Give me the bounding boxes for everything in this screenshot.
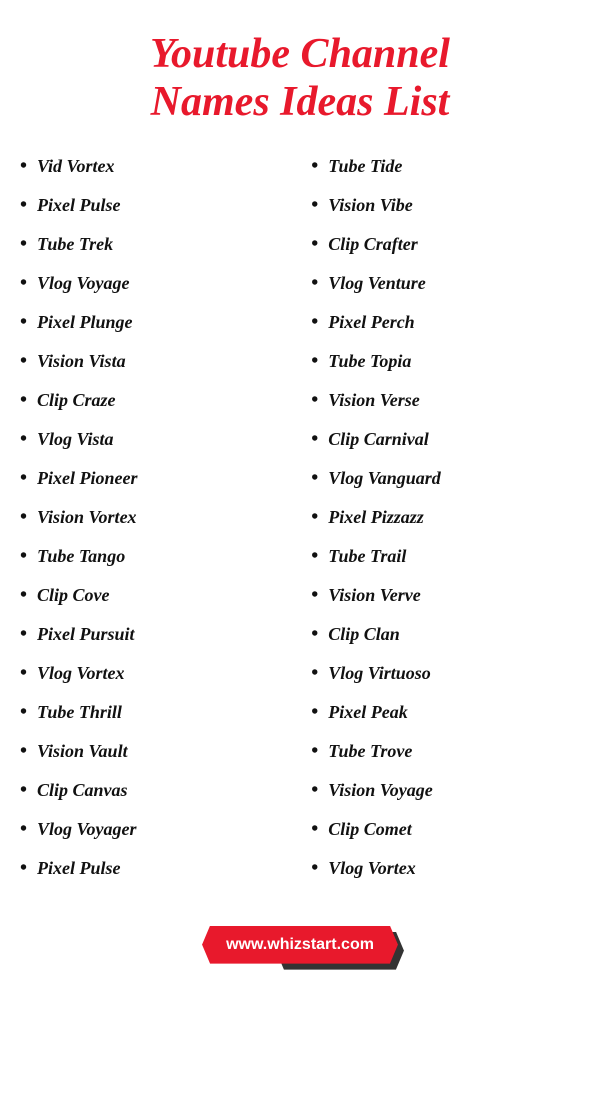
list-item: Vlog Voyager <box>20 818 289 841</box>
list-item: Clip Carnival <box>311 428 580 451</box>
list-item: Tube Topia <box>311 350 580 373</box>
title-line1: Youtube Channel <box>150 31 450 77</box>
page-wrapper: Youtube Channel Names Ideas List Vid Vor… <box>0 0 600 994</box>
list-item: Vision Voyage <box>311 779 580 802</box>
list-item: Vlog Venture <box>311 272 580 295</box>
list-item: Vision Vibe <box>311 194 580 217</box>
list-item: Clip Cove <box>20 584 289 607</box>
footer: www.whizstart.com <box>20 926 580 964</box>
list-item: Clip Comet <box>311 818 580 841</box>
footer-badge: www.whizstart.com <box>202 926 398 964</box>
title-line2: Names Ideas List <box>151 79 450 125</box>
list-item: Clip Craze <box>20 389 289 412</box>
list-item: Vision Vault <box>20 740 289 763</box>
list-item: Pixel Pizzazz <box>311 506 580 529</box>
footer-wrapper: www.whizstart.com <box>202 926 398 964</box>
list-item: Pixel Pioneer <box>20 467 289 490</box>
list-item: Vlog Virtuoso <box>311 662 580 685</box>
list-item: Vlog Voyage <box>20 272 289 295</box>
list-item: Tube Trail <box>311 545 580 568</box>
list-item: Clip Clan <box>311 623 580 646</box>
list-item: Vlog Vortex <box>20 662 289 685</box>
right-column: Tube Tide Vision Vibe Clip Crafter Vlog Ven… <box>311 155 580 896</box>
list-item: Vlog Vista <box>20 428 289 451</box>
page-title: Youtube Channel Names Ideas List <box>20 30 580 127</box>
list-item: Tube Trove <box>311 740 580 763</box>
list-item: Pixel Pursuit <box>20 623 289 646</box>
list-item: Clip Canvas <box>20 779 289 802</box>
list-item: Tube Tango <box>20 545 289 568</box>
list-item: Pixel Peak <box>311 701 580 724</box>
list-item: Pixel Plunge <box>20 311 289 334</box>
list-item: Tube Trek <box>20 233 289 256</box>
list-item: Vid Vortex <box>20 155 289 178</box>
columns-container: Vid Vortex Pixel Pulse Tube Trek Vlog Voyag… <box>20 155 580 896</box>
list-item: Vision Verve <box>311 584 580 607</box>
list-item: Vision Vista <box>20 350 289 373</box>
list-item: Pixel Pulse <box>20 857 289 880</box>
list-item: Pixel Perch <box>311 311 580 334</box>
list-item: Vision Verse <box>311 389 580 412</box>
list-item: Clip Crafter <box>311 233 580 256</box>
left-column: Vid Vortex Pixel Pulse Tube Trek Vlog Voyag… <box>20 155 289 896</box>
list-item: Vlog Vortex <box>311 857 580 880</box>
list-item: Vision Vortex <box>20 506 289 529</box>
list-item: Tube Thrill <box>20 701 289 724</box>
list-item: Tube Tide <box>311 155 580 178</box>
list-item: Pixel Pulse <box>20 194 289 217</box>
list-item: Vlog Vanguard <box>311 467 580 490</box>
footer-url: www.whizstart.com <box>226 936 374 953</box>
